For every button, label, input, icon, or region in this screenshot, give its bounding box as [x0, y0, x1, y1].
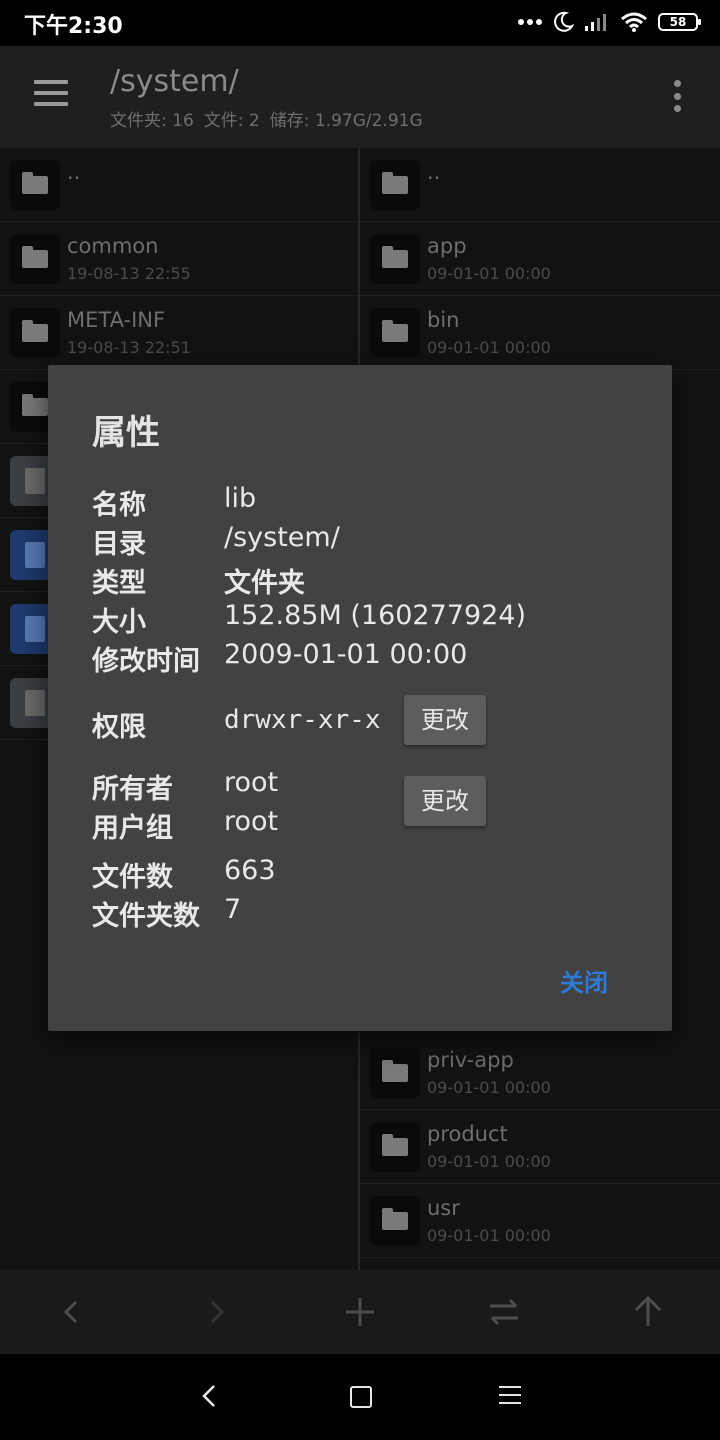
file-name: .. [427, 160, 441, 184]
file-date: 09-01-01 00:00 [427, 1078, 551, 1097]
file-date: 09-01-01 00:00 [427, 1152, 551, 1171]
list-item[interactable]: META-INF 19-08-13 22:51 [0, 296, 358, 370]
wifi-icon [621, 12, 647, 32]
size-value: 152.85M (160277924) [224, 600, 527, 631]
modified-time-value: 2009-01-01 00:00 [224, 639, 468, 670]
file-date: 09-01-01 00:00 [427, 1226, 551, 1245]
type-label: 类型 [92, 568, 146, 599]
dots-icon [518, 19, 542, 25]
owner-label: 所有者 [92, 774, 173, 805]
list-item[interactable]: app 09-01-01 00:00 [360, 222, 720, 296]
file-name: .. [67, 160, 81, 184]
list-item[interactable]: product 09-01-01 00:00 [360, 1110, 720, 1184]
file-name: common [67, 234, 159, 258]
list-item[interactable]: priv-app 09-01-01 00:00 [360, 1036, 720, 1110]
system-nav-bar [0, 1354, 720, 1440]
menu-icon[interactable] [34, 80, 68, 106]
folder-icon [10, 160, 60, 210]
group-value: root [224, 806, 279, 837]
folder-icon [370, 308, 420, 358]
path-summary: 文件夹: 16 文件: 2 储存: 1.97G/2.91G [110, 106, 433, 131]
status-time: 下午2:30 [24, 14, 123, 39]
folder-icon [10, 308, 60, 358]
moon-icon [554, 11, 574, 32]
file-date: 09-01-01 00:00 [427, 264, 551, 283]
file-count: 文件: 2 [203, 111, 260, 131]
size-label: 大小 [92, 607, 146, 638]
folder-count: 文件夹: 16 [110, 111, 194, 131]
bottom-toolbar [0, 1270, 720, 1354]
modified-time-label: 修改时间 [92, 646, 200, 677]
directory-label: 目录 [92, 529, 146, 560]
swap-icon[interactable] [482, 1290, 526, 1334]
folder-count-label: 文件夹数 [92, 901, 200, 932]
battery-level: 58 [669, 15, 687, 29]
file-count-label: 文件数 [92, 862, 173, 893]
file-count-value: 663 [224, 855, 276, 886]
nav-home-icon[interactable] [350, 1386, 372, 1408]
folder-icon [370, 160, 420, 210]
name-label: 名称 [92, 490, 146, 521]
file-name: bin [427, 308, 460, 332]
signal-icon [585, 14, 606, 31]
group-label: 用户组 [92, 813, 173, 844]
storage-info: 储存: 1.97G/2.91G [269, 111, 423, 131]
list-item[interactable]: common 19-08-13 22:55 [0, 222, 358, 296]
folder-icon [370, 1122, 420, 1172]
owner-value: root [224, 767, 279, 798]
type-value: 文件夹 [224, 568, 305, 599]
change-permissions-button[interactable]: 更改 [404, 695, 486, 745]
list-item[interactable]: .. [0, 148, 358, 222]
folder-icon [370, 1048, 420, 1098]
close-button[interactable]: 关闭 [560, 963, 608, 998]
nav-recents-icon[interactable] [499, 1386, 521, 1410]
file-name: app [427, 234, 467, 258]
list-item[interactable]: bin 09-01-01 00:00 [360, 296, 720, 370]
name-value: lib [224, 483, 257, 514]
properties-dialog: 属性 名称 lib 目录 /system/ 类型 文件夹 大小 152.85M … [48, 365, 672, 1031]
directory-value: /system/ [224, 522, 340, 553]
folder-icon [10, 234, 60, 284]
file-date: 19-08-13 22:55 [67, 264, 191, 283]
folder-icon [370, 234, 420, 284]
permissions-label: 权限 [92, 712, 146, 743]
file-name: priv-app [427, 1048, 514, 1072]
file-name: META-INF [67, 308, 166, 332]
file-date: 19-08-13 22:51 [67, 338, 191, 357]
file-name: usr [427, 1196, 460, 1220]
add-icon[interactable] [338, 1290, 382, 1334]
file-date: 09-01-01 00:00 [427, 338, 551, 357]
list-item[interactable]: .. [360, 148, 720, 222]
battery-icon: 58 [658, 13, 701, 31]
file-name: product [427, 1122, 508, 1146]
status-bar: 下午2:30 58 [0, 0, 720, 46]
nav-back-icon[interactable] [200, 1382, 218, 1410]
permissions-value: drwxr-xr-x [224, 705, 381, 735]
up-icon[interactable] [626, 1290, 670, 1334]
change-owner-button[interactable]: 更改 [404, 776, 486, 826]
status-icons: 58 [518, 8, 701, 36]
app-bar: /system/ 文件夹: 16 文件: 2 储存: 1.97G/2.91G [0, 46, 720, 148]
forward-icon[interactable] [194, 1290, 238, 1334]
page-title: /system/ [110, 64, 239, 99]
back-icon[interactable] [50, 1290, 94, 1334]
folder-icon [370, 1196, 420, 1246]
list-item[interactable]: usr 09-01-01 00:00 [360, 1184, 720, 1258]
folder-count-value: 7 [224, 894, 242, 925]
more-options-icon[interactable] [674, 80, 682, 112]
dialog-title: 属性 [92, 413, 160, 453]
